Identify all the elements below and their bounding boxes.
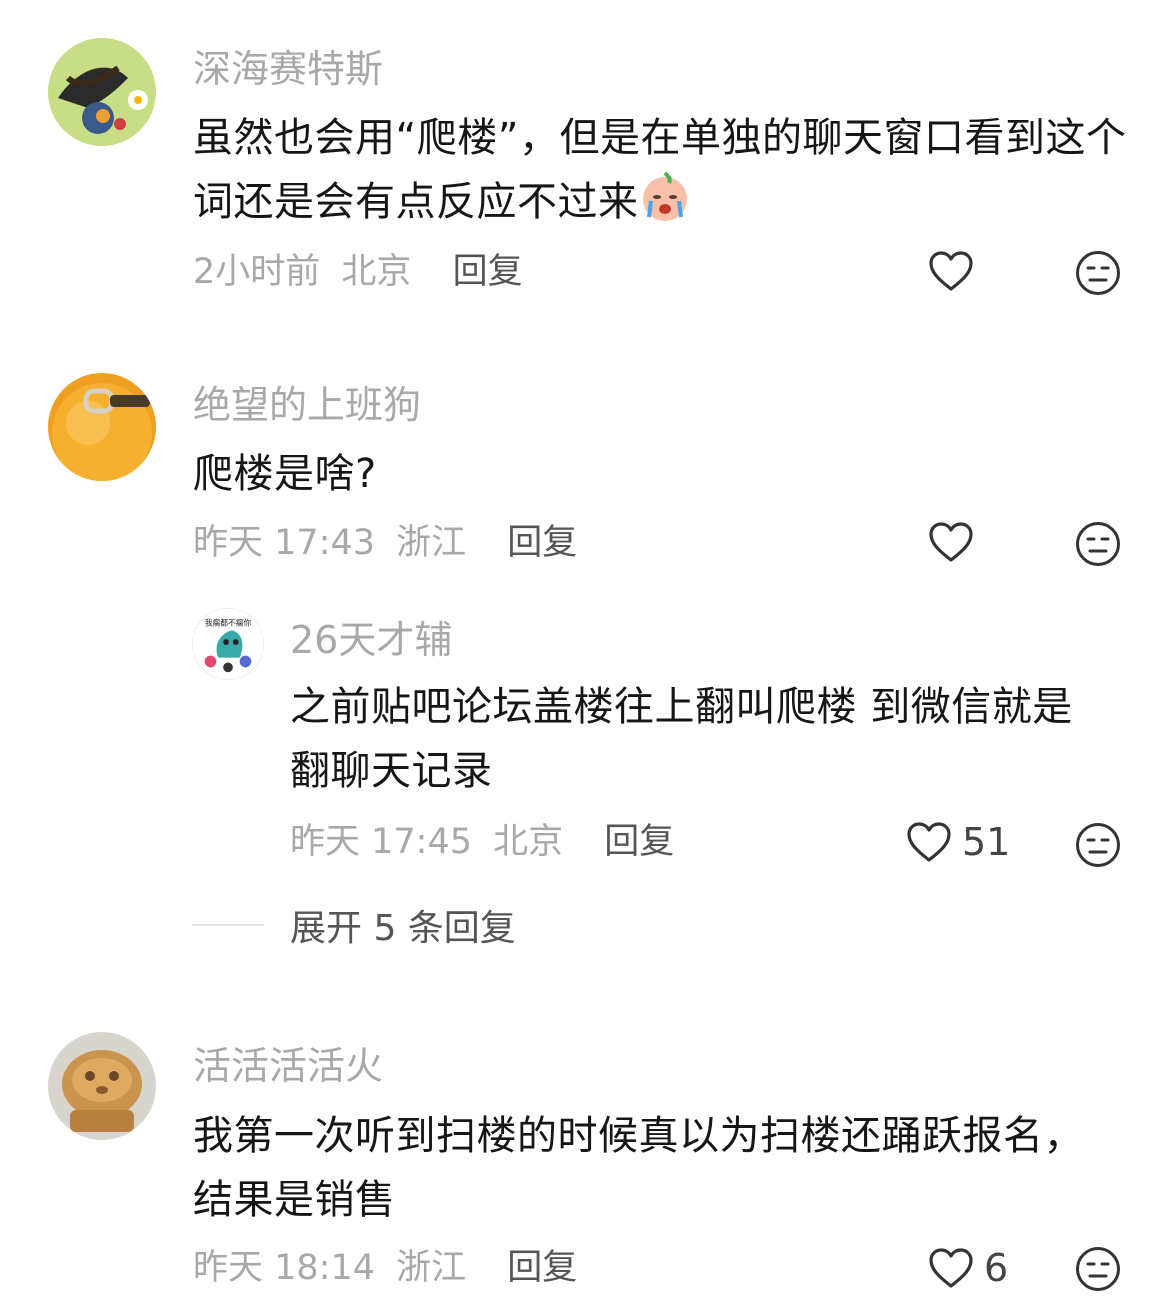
like-count: 51	[962, 820, 1011, 864]
avatar-image	[48, 1032, 156, 1140]
comment-meta: 昨天 17:43 浙江 回复	[193, 521, 577, 565]
comment-location: 浙江	[396, 523, 467, 563]
avatar[interactable]	[48, 373, 156, 481]
like-button[interactable]: 51	[906, 820, 1010, 864]
dislike-button[interactable]	[1075, 521, 1121, 567]
dislike-button[interactable]	[1075, 1246, 1121, 1292]
expand-replies-button[interactable]: 展开 5 条回复	[192, 900, 516, 950]
like-button[interactable]	[928, 250, 984, 292]
comment-text: 虽然也会用“爬楼”，但是在单独的聊天窗口看到这个词还是会有点反应不过来	[193, 106, 1133, 234]
comment-meta: 2小时前 北京 回复	[193, 250, 523, 294]
reply-button[interactable]: 回复	[507, 523, 577, 563]
avatar[interactable]	[48, 1032, 156, 1140]
comment-location: 北京	[493, 822, 564, 862]
comment-time: 昨天 17:43	[193, 523, 375, 563]
avatar-image: 我瘸都不瘸你	[193, 609, 263, 679]
meh-face-icon	[1076, 823, 1120, 867]
comment-text: 爬楼是啥?	[193, 451, 377, 497]
comment-time: 昨天 18:14	[193, 1248, 375, 1288]
like-button[interactable]: 6	[928, 1246, 1008, 1290]
comment-time: 昨天 17:45	[290, 822, 472, 862]
comment-meta: 昨天 18:14 浙江 回复	[193, 1246, 577, 1290]
meh-face-icon	[1076, 1247, 1120, 1291]
comment-location: 浙江	[396, 1248, 467, 1288]
comment-text: 之前贴吧论坛盖楼往上翻叫爬楼 到微信就是翻聊天记录	[290, 684, 1073, 794]
avatar[interactable]: 我瘸都不瘸你	[192, 608, 264, 680]
like-button[interactable]	[928, 521, 984, 563]
comment-item: 深海赛特斯 虽然也会用“爬楼”，但是在单独的聊天窗口看到这个词还是会有点反应不过…	[0, 0, 1170, 320]
meh-face-icon	[1076, 251, 1120, 295]
heart-outline-icon	[929, 522, 973, 562]
avatar-image	[48, 38, 156, 146]
comment-text: 我第一次听到扫楼的时候真以为扫楼还踊跃报名，结果是销售	[193, 1113, 1084, 1223]
avatar-image	[48, 373, 156, 481]
heart-outline-icon	[907, 822, 951, 862]
comment-time: 2小时前	[193, 252, 321, 292]
expand-replies-label: 展开 5 条回复	[290, 908, 516, 949]
username[interactable]: 深海赛特斯	[193, 46, 383, 92]
dislike-button[interactable]	[1075, 822, 1121, 868]
heart-outline-icon	[929, 251, 973, 291]
avatar[interactable]	[48, 38, 156, 146]
reply-button[interactable]: 回复	[507, 1248, 577, 1288]
avatar-caption: 我瘸都不瘸你	[205, 618, 252, 628]
comment-location: 北京	[341, 252, 412, 292]
comment-meta: 昨天 17:45 北京 回复	[290, 820, 674, 864]
reply-button[interactable]: 回复	[453, 252, 523, 292]
like-count: 6	[984, 1246, 1009, 1290]
divider	[192, 924, 264, 926]
username[interactable]: 活活活活火	[193, 1043, 383, 1089]
username[interactable]: 绝望的上班狗	[193, 382, 421, 428]
dislike-button[interactable]	[1075, 250, 1121, 296]
reply-button[interactable]: 回复	[604, 822, 674, 862]
crying-face-emoji	[639, 171, 691, 223]
username[interactable]: 26天才辅	[290, 617, 452, 663]
heart-outline-icon	[929, 1248, 973, 1288]
meh-face-icon	[1076, 522, 1120, 566]
